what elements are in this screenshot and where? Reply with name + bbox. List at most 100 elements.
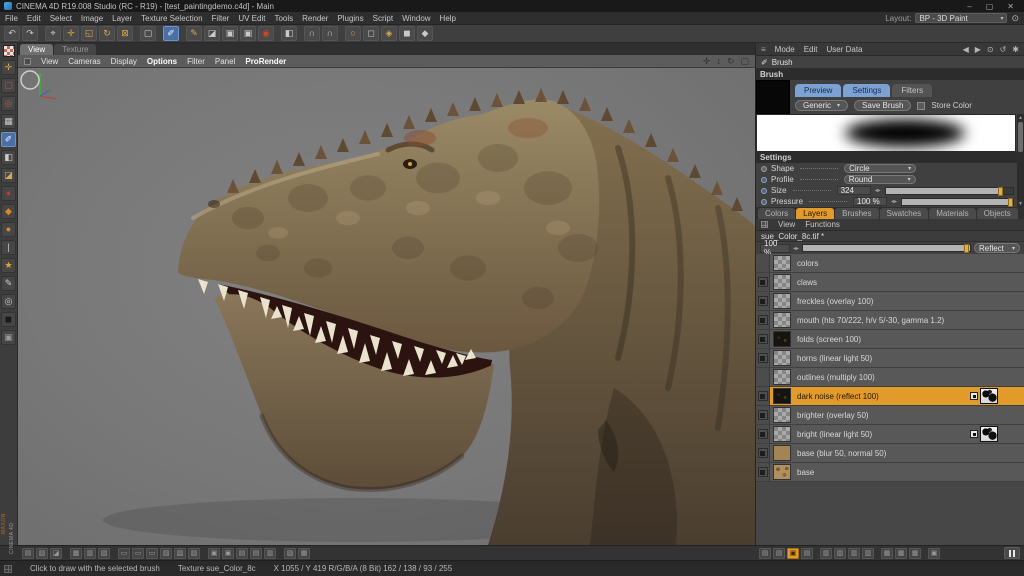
raybrush-b-button[interactable]: ▦ [298,548,310,559]
pause-button[interactable] [1004,547,1020,559]
viewport-menu-checkbox-icon[interactable] [24,58,31,65]
raybrush-a-button[interactable]: ▧ [284,548,296,559]
move-tool-button[interactable]: ✛ [1,60,16,75]
pressure-slider[interactable] [901,198,1014,206]
status-grid-icon[interactable] [4,565,12,573]
visibility-toggle[interactable] [758,429,768,439]
preset-dropdown[interactable]: Generic ▾ [795,100,848,111]
pressure-field[interactable]: 100 % [853,197,887,206]
close-button-icon[interactable]: ✕ [1007,2,1014,11]
rotate-button[interactable]: ↻ [99,26,115,41]
tab-swatches[interactable]: Swatches [880,208,929,219]
mirror-d-button[interactable]: ▤ [250,548,262,559]
menu-layer[interactable]: Layer [112,14,132,23]
fill-tool-button[interactable]: ◆ [1,204,16,219]
sponge-tool-button[interactable]: ● [1,186,16,201]
projection-b-button[interactable]: ▥ [84,548,96,559]
clone-a-button[interactable]: ▣ [222,26,238,41]
select-frame-tool-button[interactable]: ▢ [1,78,16,93]
menu-plugins[interactable]: Plugins [337,14,363,23]
ink-blob-tool-button[interactable]: ◼ [1,312,16,327]
scroll-down-icon[interactable]: ▼ [1017,200,1024,207]
visibility-toggle[interactable] [758,334,768,344]
scrollbar-thumb[interactable] [1018,122,1023,152]
menu-file[interactable]: File [5,14,18,23]
magnet-b-button[interactable]: ∩ [322,26,338,41]
uv-d-button[interactable]: ▨ [160,548,172,559]
paint-brush-button[interactable]: ✐ [163,26,179,41]
layer-thumbnail[interactable] [773,407,791,423]
copy-layer-button[interactable]: ▤ [773,548,785,559]
layer-thumbnail[interactable] [773,274,791,290]
menu-script[interactable]: Script [373,14,393,23]
menu-image[interactable]: Image [81,14,103,23]
paint-setup-a-button[interactable]: ▤ [22,548,34,559]
layer-thumbnail[interactable] [773,445,791,461]
undo-button[interactable]: ↶ [4,26,20,41]
layer-down-button[interactable]: ▥ [834,548,846,559]
pencil-button[interactable]: ✎ [186,26,202,41]
attr-menu-user-data[interactable]: User Data [826,45,862,54]
projection-c-button[interactable]: ▧ [98,548,110,559]
prim-sphere-button[interactable]: ○ [345,26,361,41]
layer-up-button[interactable]: ▥ [820,548,832,559]
layer-row-base-blur-50-normal-50-[interactable]: base (blur 50, normal 50) [756,444,1024,463]
save-brush-button[interactable]: Save Brush [854,100,911,111]
mirror-a-button[interactable]: ▣ [208,548,220,559]
line-tool-button[interactable]: | [1,240,16,255]
uv-a-button[interactable]: ▭ [118,548,130,559]
layout-dropdown[interactable]: BP - 3D Paint ▾ [915,13,1007,23]
select-b-button[interactable]: ▦ [895,548,907,559]
visibility-toggle[interactable] [758,448,768,458]
visibility-toggle[interactable] [758,296,768,306]
scroll-up-icon[interactable]: ▲ [1017,114,1024,121]
prim-cone-button[interactable]: ◈ [381,26,397,41]
layer-thumbnail[interactable] [773,464,791,480]
setting-dot-icon[interactable] [761,188,767,194]
setting-dot-icon[interactable] [761,199,767,205]
layer-thumbnail[interactable] [773,388,791,404]
tab-layers[interactable]: Layers [796,208,834,219]
layer-thumbnail[interactable] [773,331,791,347]
menu-select[interactable]: Select [50,14,72,23]
pan-icon[interactable]: ✛ [703,56,711,67]
new-layer-button[interactable]: ▤ [759,548,771,559]
live-selection-button[interactable]: ⌖ [45,26,61,41]
viewport-menu-prorender[interactable]: ProRender [245,57,286,66]
color-target-button[interactable]: ◉ [258,26,274,41]
tab-materials[interactable]: Materials [929,208,975,219]
tab-view[interactable]: View [20,44,53,55]
visibility-toggle[interactable] [758,410,768,420]
attr-menu-mode[interactable]: Mode [775,45,795,54]
forward-icon[interactable]: ▶ [975,45,981,54]
zoom-icon[interactable]: ↕ [716,56,721,67]
mirror-e-button[interactable]: ▥ [264,548,276,559]
eraser-button[interactable]: ◪ [204,26,220,41]
layer-mask-link-icon[interactable] [970,392,978,400]
clone-b-button[interactable]: ▣ [240,26,256,41]
opacity-slider[interactable] [802,244,971,252]
search-icon[interactable]: ⊙ [987,45,994,54]
menu-help[interactable]: Help [440,14,456,23]
menu-edit[interactable]: Edit [27,14,41,23]
foreground-color-chip[interactable] [3,45,15,57]
paint-brush-tool-button[interactable]: ✐ [1,132,16,147]
delete-layer-button[interactable]: ▤ [801,548,813,559]
mirror-b-button[interactable]: ▣ [222,548,234,559]
viewport-menu-options[interactable]: Options [147,57,177,66]
uv-b-button[interactable]: ▭ [132,548,144,559]
layer-mask-link-icon[interactable] [970,430,978,438]
size-field[interactable]: 324 [837,186,871,195]
select-a-button[interactable]: ▦ [881,548,893,559]
profile-dropdown[interactable]: Round▾ [844,175,916,184]
opacity-field[interactable]: 100 % [760,244,790,253]
tab-texture[interactable]: Texture [54,44,96,55]
visibility-toggle[interactable] [758,391,768,401]
render-region-icon[interactable] [18,68,42,92]
layer-thumbnail[interactable] [773,426,791,442]
add-mask-button[interactable]: ▣ [787,548,799,559]
dot-tool-button[interactable]: ● [1,222,16,237]
uv-f-button[interactable]: ▨ [188,548,200,559]
menu-uv-edit[interactable]: UV Edit [238,14,265,23]
prim-cube-button[interactable]: ◻ [363,26,379,41]
